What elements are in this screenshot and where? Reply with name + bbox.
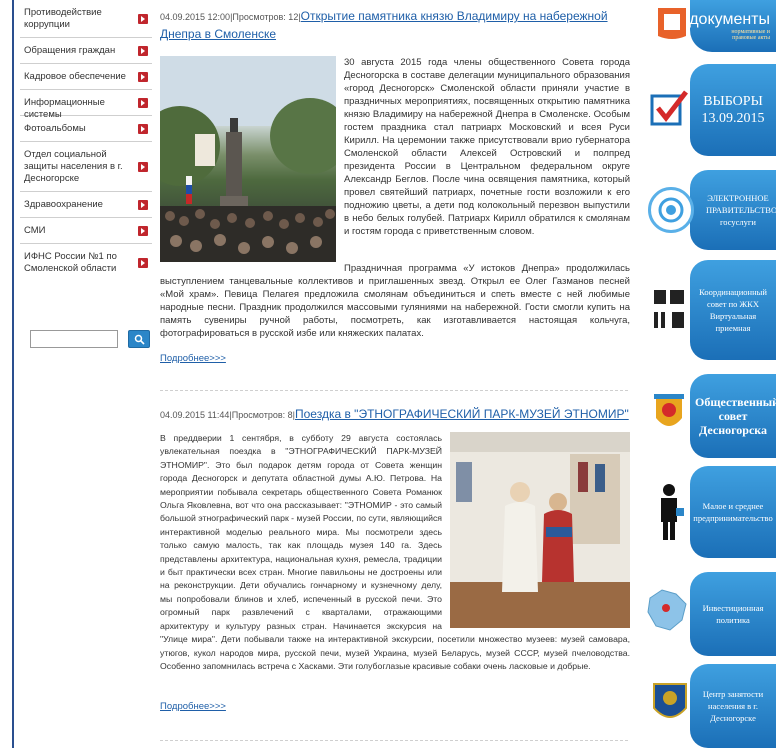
arrow-right-icon xyxy=(138,123,148,134)
news-date: 04.09.2015 12:00 xyxy=(160,12,231,22)
monument-photo xyxy=(160,56,336,262)
business-person-icon xyxy=(661,484,684,540)
emblem-icon xyxy=(653,683,687,718)
arrow-right-icon xyxy=(138,258,148,268)
news-divider xyxy=(160,390,628,391)
e-government-icon xyxy=(658,197,684,223)
search-button[interactable] xyxy=(128,330,150,348)
arrow-right-icon xyxy=(138,225,148,236)
documents-icon xyxy=(658,8,686,39)
news-item: 04.09.2015 11:44|Просмотров: 8|Поездка в… xyxy=(160,406,630,712)
arrow-right-icon xyxy=(138,199,148,210)
arrow-right-icon xyxy=(138,71,148,82)
read-more-link[interactable]: Подробнее>>> xyxy=(160,353,226,364)
news-views: Просмотров: 8 xyxy=(231,410,293,420)
sidebar-item-healthcare[interactable]: Здравоохранение xyxy=(20,192,152,218)
news-date: 04.09.2015 11:44 xyxy=(160,410,230,420)
investment-policy-banner[interactable]: Инвестиционная политика xyxy=(646,572,776,656)
housing-council-banner[interactable]: Координационный совет по ЖКХ Виртуальная… xyxy=(646,260,776,360)
coat-of-arms-icon xyxy=(654,394,684,426)
sidebar-item-label: Кадровое обеспечение xyxy=(24,71,126,82)
sidebar-item-info-systems[interactable]: Информационные системы xyxy=(20,90,152,120)
sidebar-item-media[interactable]: СМИ xyxy=(20,218,152,244)
news-divider xyxy=(160,740,628,741)
small-business-banner[interactable]: Малое и среднее предпринимательство xyxy=(646,466,776,558)
sidebar-item-label: Здравоохранение xyxy=(24,199,103,210)
museum-photo xyxy=(450,432,630,628)
sidebar-item-label: Противодействие коррупции xyxy=(24,7,102,30)
arrow-right-icon xyxy=(138,45,148,56)
sidebar-item-label: Фотоальбомы xyxy=(24,123,86,134)
checkmark-icon xyxy=(650,90,688,126)
news-text-body: В преддверии 1 сентября, в субботу 29 ав… xyxy=(160,432,630,673)
search-input[interactable] xyxy=(30,330,118,348)
sidebar-item-label: ИФНС России №1 по Смоленской области xyxy=(24,251,117,274)
news-header: 04.09.2015 12:00|Просмотров: 12|Открытие… xyxy=(160,9,608,41)
news-item: 04.09.2015 12:00|Просмотров: 12|Открытие… xyxy=(160,8,630,364)
sidebar-item-staffing[interactable]: Кадровое обеспечение xyxy=(20,64,152,90)
news-text-body: Праздничная программа «У истоков Днепра»… xyxy=(160,263,630,339)
documents-banner[interactable]: документы нормативные и правовые акты xyxy=(646,0,776,52)
employment-center-banner[interactable]: Центр занятости населения в г. Десногорс… xyxy=(646,664,776,748)
sidebar-item-tax-service[interactable]: ИФНС России №1 по Смоленской области xyxy=(20,244,152,282)
public-council-banner[interactable]: Общественный совет Десногорска xyxy=(646,374,776,458)
news-title-link[interactable]: Поездка в "ЭТНОГРАФИЧЕСКИЙ ПАРК-МУЗЕЙ ЭТ… xyxy=(295,407,629,421)
sidebar-item-social-protection[interactable]: Отдел социальной защиты населения в г. Д… xyxy=(20,142,152,192)
sidebar-item-citizen-appeals[interactable]: Обращения граждан xyxy=(20,38,152,64)
news-views: Просмотров: 12 xyxy=(232,12,299,22)
sidebar-item-label: Обращения граждан xyxy=(24,45,116,56)
sidebar-item-label: СМИ xyxy=(24,225,46,236)
elections-banner[interactable]: ВЫБОРЫ 13.09.2015 xyxy=(646,64,776,156)
sidebar-item-anticorruption[interactable]: Противодействие коррупции xyxy=(20,0,152,38)
read-more-link[interactable]: Подробнее>>> xyxy=(160,701,226,712)
sidebar-item-label: Отдел социальной защиты населения в г. Д… xyxy=(24,149,123,184)
region-map-icon xyxy=(647,589,687,631)
sidebar-item-photo-albums[interactable]: Фотоальбомы xyxy=(20,116,152,142)
news-text-intro: 30 августа 2015 года члены общественного… xyxy=(344,57,630,237)
e-government-banner[interactable]: ЭЛЕКТРОННОЕ ПРАВИТЕЛЬСТВО госуслуги xyxy=(646,170,776,250)
housing-tools-icon xyxy=(650,286,688,334)
arrow-right-icon xyxy=(138,161,148,172)
arrow-right-icon xyxy=(138,13,148,24)
left-sidebar-menu: Противодействие коррупции Обращения граж… xyxy=(20,0,152,282)
search-box xyxy=(30,330,154,348)
search-icon xyxy=(134,334,145,345)
arrow-right-icon xyxy=(138,97,148,108)
news-header: 04.09.2015 11:44|Просмотров: 8|Поездка в… xyxy=(160,407,629,421)
